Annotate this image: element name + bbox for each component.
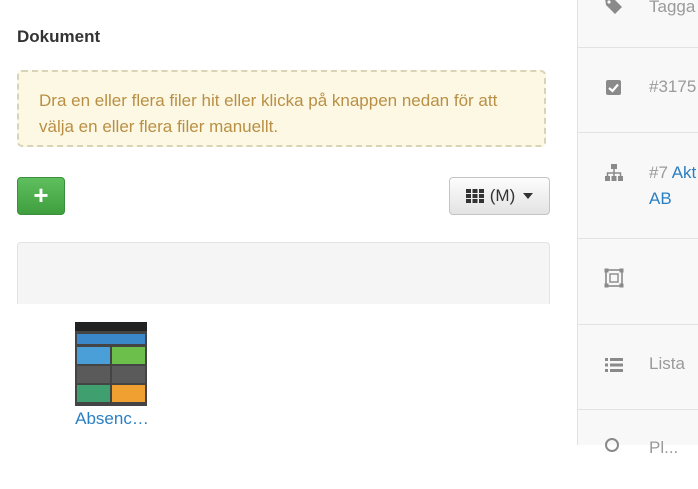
- sidebar-row-tags-text: Tagga: [649, 0, 696, 16]
- tags-icon: [605, 0, 622, 14]
- dropzone-instructions: Dra en eller flera filer hit eller klick…: [39, 91, 498, 136]
- sidebar-row-list-text: Lista: [649, 354, 685, 373]
- list-icon: [605, 358, 623, 372]
- file-thumbnail-icon[interactable]: [75, 322, 147, 406]
- add-file-button[interactable]: +: [17, 177, 65, 215]
- grid-icon: [465, 189, 484, 203]
- organization-link-cont[interactable]: AB: [649, 186, 672, 212]
- organization-link[interactable]: Akt: [672, 163, 697, 182]
- sidebar-row-organization-text: #7 Akt: [649, 160, 696, 186]
- view-mode-label: (M): [489, 186, 516, 205]
- sidebar-row-search-text: Pl...: [649, 438, 679, 457]
- checkbox-icon: [606, 80, 621, 95]
- right-sidebar: Tagga #3175 #7 Akt AB Lista Pl...: [577, 0, 698, 457]
- search-icon: [605, 438, 619, 452]
- chevron-down-icon: [523, 193, 534, 199]
- sidebar-row-search[interactable]: Pl...: [578, 409, 698, 489]
- file-list-header: [17, 242, 550, 304]
- organization-id: #7: [649, 163, 668, 182]
- sidebar-row-task-text: #3175: [649, 77, 697, 96]
- object-group-icon: [604, 268, 624, 288]
- main-panel: Dokument Dra en eller flera filer hit el…: [0, 0, 577, 445]
- sidebar-row-tags[interactable]: Tagga: [578, 0, 698, 48]
- documents-title: Dokument: [17, 27, 101, 46]
- file-dropzone[interactable]: Dra en eller flera filer hit eller klick…: [17, 70, 546, 147]
- file-name-link[interactable]: Absenc…: [64, 409, 160, 429]
- sidebar-row-group[interactable]: [578, 238, 698, 325]
- sidebar-row-task[interactable]: #3175: [578, 47, 698, 133]
- sidebar-row-organization[interactable]: #7 Akt AB: [578, 132, 698, 239]
- sitemap-icon: [605, 164, 623, 181]
- sidebar-row-list[interactable]: Lista: [578, 324, 698, 410]
- view-mode-button[interactable]: (M): [449, 177, 550, 215]
